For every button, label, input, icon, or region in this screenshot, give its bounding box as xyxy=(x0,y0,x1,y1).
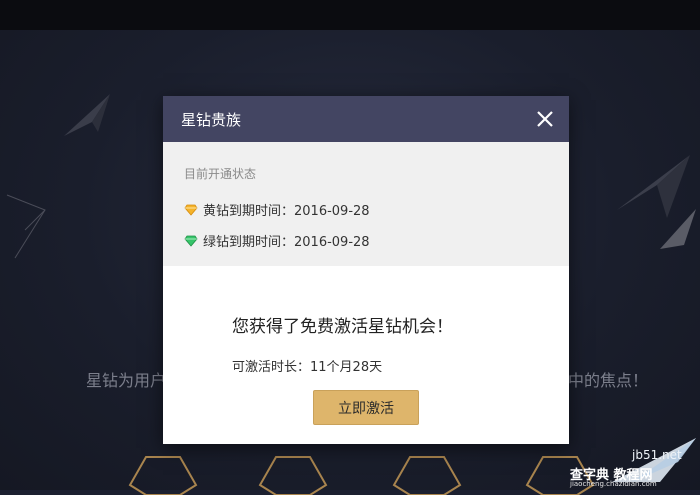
close-icon[interactable] xyxy=(535,109,555,129)
status-panel: 目前开通状态 黄钻到期时间：2016-09-28 绿钻到期时间：2016-09-… xyxy=(163,142,569,266)
offer-headline: 您获得了免费激活星钻机会！ xyxy=(232,317,453,337)
watermark-url: jiaocheng.chazidian.com xyxy=(570,480,657,488)
hexagon-badge-icon xyxy=(258,456,328,495)
hexagon-badge-icon xyxy=(128,456,198,495)
watermark-site: jb51.net xyxy=(632,448,682,462)
background-slogan-left: 星钻为用户 xyxy=(86,371,167,390)
yellow-diamond-expiry: 黄钻到期时间：2016-09-28 xyxy=(203,204,370,219)
hexagon-badge-icon xyxy=(392,456,462,495)
green-diamond-expiry: 绿钻到期时间：2016-09-28 xyxy=(203,235,370,250)
watermark: jb51.net 查字典 教程网 jiaocheng.chazidian.com xyxy=(568,432,700,490)
activate-now-button[interactable]: 立即激活 xyxy=(313,390,419,425)
dialog-header: 星钻贵族 xyxy=(163,96,569,142)
activation-duration: 可激活时长：11个月28天 xyxy=(232,360,383,375)
paper-plane-icon xyxy=(64,94,110,136)
top-bar xyxy=(0,0,700,30)
background-slogan-right: 中的焦点！ xyxy=(568,371,649,390)
vip-dialog: 星钻贵族 目前开通状态 黄钻到期时间：2016-09-28 绿钻到期时间：201… xyxy=(163,96,569,444)
green-diamond-status: 绿钻到期时间：2016-09-28 xyxy=(184,231,370,250)
paper-plane-icon xyxy=(6,194,46,259)
yellow-diamond-icon xyxy=(184,204,198,216)
status-label: 目前开通状态 xyxy=(184,167,257,181)
dialog-title: 星钻贵族 xyxy=(181,111,242,129)
green-diamond-icon xyxy=(184,235,198,247)
paper-plane-icon xyxy=(660,209,696,249)
dialog-body: 您获得了免费激活星钻机会！ 可激活时长：11个月28天 立即激活 xyxy=(163,266,569,444)
yellow-diamond-status: 黄钻到期时间：2016-09-28 xyxy=(184,200,370,219)
